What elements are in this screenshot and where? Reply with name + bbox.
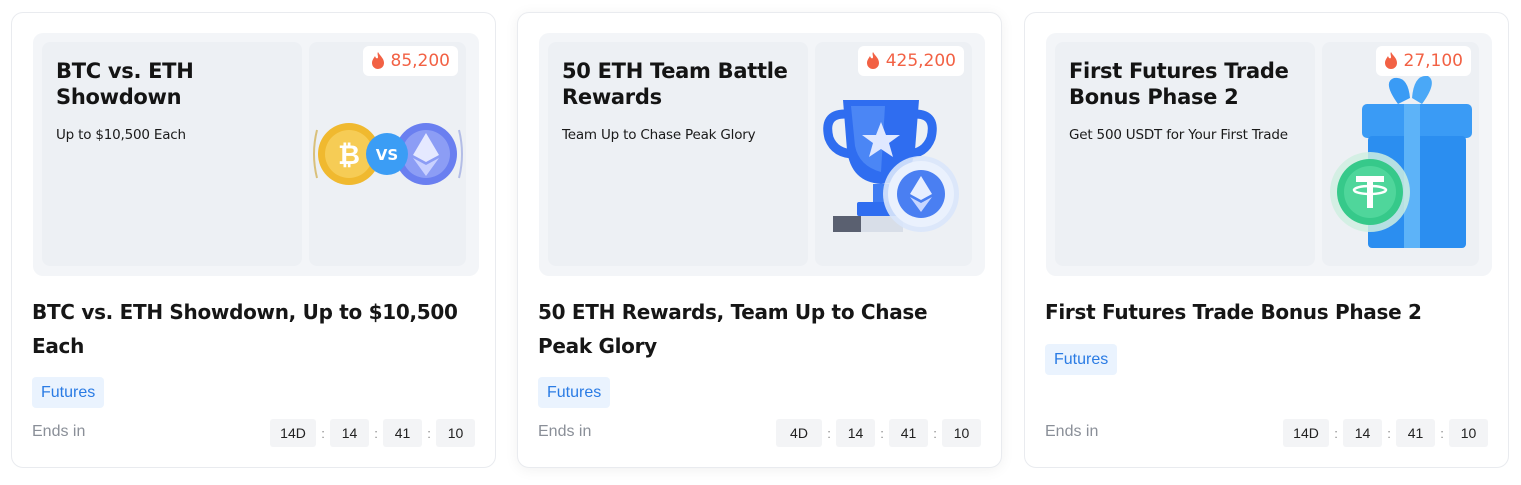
event-card-team-battle[interactable]: 50 ETH Team Battle Rewards Team Up to Ch…	[517, 12, 1002, 468]
banner-title: BTC vs. ETH Showdown	[56, 58, 288, 110]
event-card-first-futures-trade[interactable]: First Futures Trade Bonus Phase 2 Get 50…	[1024, 12, 1509, 468]
countdown-timer: 14D : 14 : 41 : 10	[270, 419, 475, 447]
category-tag: Futures	[1045, 344, 1118, 375]
banner-title-line-1: First Futures Trade	[1069, 59, 1289, 83]
countdown-separator: :	[374, 425, 378, 441]
hot-counter: 85,200	[362, 46, 458, 76]
svg-text:VS: VS	[376, 146, 398, 164]
hot-counter: 27,100	[1375, 46, 1471, 76]
countdown-timer: 14D : 14 : 41 : 10	[1283, 419, 1488, 447]
banner-title-line-1: 50 ETH Team Battle	[562, 59, 788, 83]
ends-in-label: Ends in	[32, 423, 86, 440]
flame-icon	[1384, 52, 1397, 69]
countdown-hours: 14	[836, 419, 875, 447]
countdown-separator: :	[933, 425, 937, 441]
banner-text-panel: BTC vs. ETH Showdown Up to $10,500 Each	[42, 42, 302, 266]
banner-title-line-2: Rewards	[562, 85, 662, 109]
countdown-seconds: 10	[942, 419, 981, 447]
countdown-hours: 14	[330, 419, 369, 447]
ends-in-label: Ends in	[538, 423, 592, 440]
hot-count: 27,100	[1403, 51, 1463, 71]
flame-icon	[866, 52, 879, 69]
banner-art-panel: ₿ VS 85,200	[309, 42, 466, 266]
countdown-separator: :	[827, 425, 831, 441]
countdown-hours: 14	[1343, 419, 1382, 447]
countdown-timer: 4D : 14 : 41 : 10	[776, 419, 981, 447]
category-tag: Futures	[538, 377, 611, 408]
banner-subtitle: Get 500 USDT for Your First Trade	[1069, 127, 1288, 143]
banner-title-line-2: Showdown	[56, 85, 182, 109]
countdown-days: 14D	[1283, 419, 1329, 447]
banner-art-panel: 425,200	[815, 42, 972, 266]
banner-subtitle: Team Up to Chase Peak Glory	[562, 127, 756, 143]
event-card-btc-vs-eth[interactable]: BTC vs. ETH Showdown Up to $10,500 Each …	[11, 12, 496, 468]
countdown-separator: :	[1334, 425, 1338, 441]
countdown-separator: :	[321, 425, 325, 441]
banner-text-panel: 50 ETH Team Battle Rewards Team Up to Ch…	[548, 42, 808, 266]
event-banner: First Futures Trade Bonus Phase 2 Get 50…	[1046, 33, 1492, 276]
banner-title-line-2: Bonus Phase 2	[1069, 85, 1239, 109]
flame-icon	[371, 52, 384, 69]
event-banner: 50 ETH Team Battle Rewards Team Up to Ch…	[539, 33, 985, 276]
ends-in-label: Ends in	[1045, 423, 1099, 440]
event-title[interactable]: BTC vs. ETH Showdown, Up to $10,500 Each	[32, 295, 472, 363]
event-title[interactable]: First Futures Trade Bonus Phase 2	[1045, 295, 1485, 329]
countdown-separator: :	[1440, 425, 1444, 441]
countdown-separator: :	[880, 425, 884, 441]
hot-count: 85,200	[390, 51, 450, 71]
countdown-separator: :	[1387, 425, 1391, 441]
countdown-minutes: 41	[1396, 419, 1435, 447]
countdown-seconds: 10	[1449, 419, 1488, 447]
banner-text-panel: First Futures Trade Bonus Phase 2 Get 50…	[1055, 42, 1315, 266]
event-banner: BTC vs. ETH Showdown Up to $10,500 Each …	[33, 33, 479, 276]
banner-art-panel: 27,100	[1322, 42, 1479, 266]
event-title[interactable]: 50 ETH Rewards, Team Up to Chase Peak Gl…	[538, 295, 978, 363]
banner-subtitle: Up to $10,500 Each	[56, 127, 186, 143]
countdown-minutes: 41	[383, 419, 422, 447]
banner-title: 50 ETH Team Battle Rewards	[562, 58, 794, 110]
countdown-days: 4D	[776, 419, 822, 447]
category-tag: Futures	[32, 377, 105, 408]
svg-text:₿: ₿	[338, 140, 360, 171]
countdown-days: 14D	[270, 419, 316, 447]
banner-title: First Futures Trade Bonus Phase 2	[1069, 58, 1301, 110]
banner-title-line-1: BTC vs. ETH	[56, 59, 194, 83]
hot-counter: 425,200	[857, 46, 964, 76]
countdown-seconds: 10	[436, 419, 475, 447]
countdown-minutes: 41	[889, 419, 928, 447]
countdown-separator: :	[427, 425, 431, 441]
hot-count: 425,200	[885, 51, 956, 71]
